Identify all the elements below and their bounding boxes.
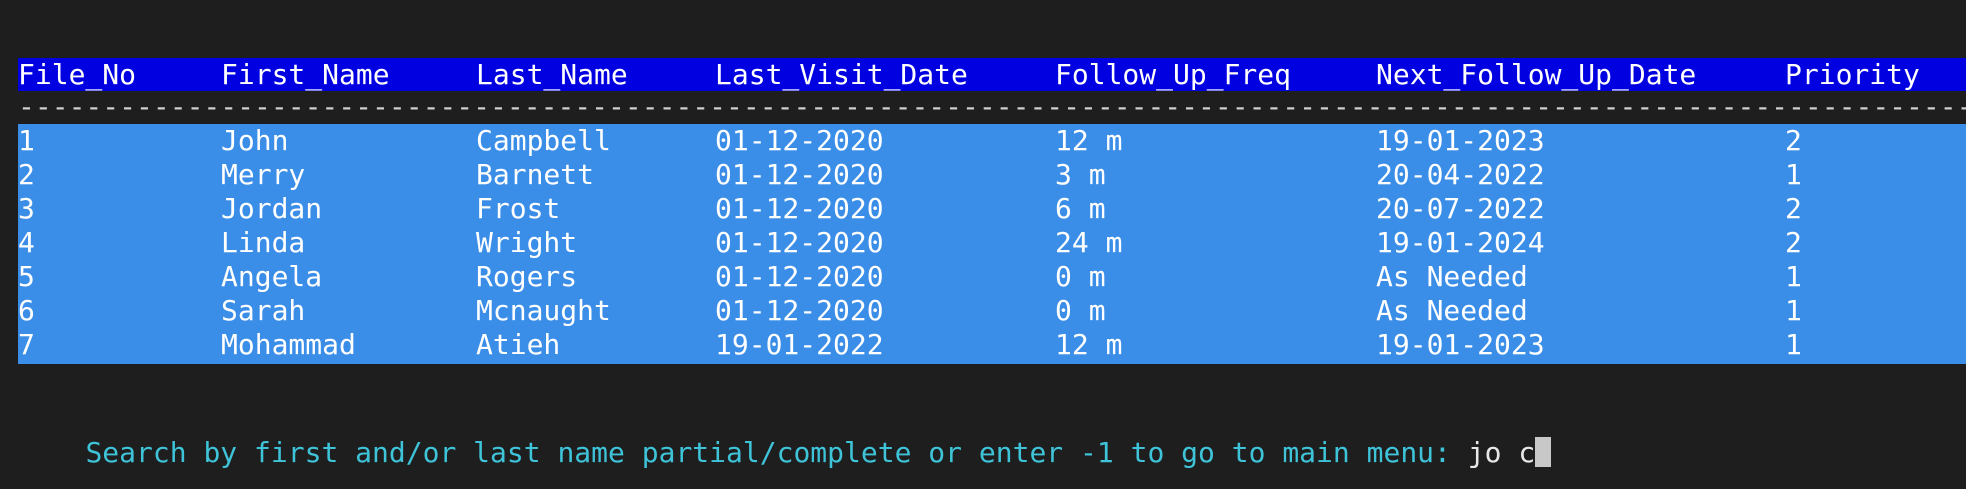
terminal-window[interactable]: File_No First_Name Last_Name Last_Visit_… <box>0 0 1966 489</box>
cell-last-name: Atieh <box>476 328 561 361</box>
cell-follow-up-freq: 24 m <box>1055 226 1123 259</box>
header-first-name: First_Name <box>221 58 390 91</box>
header-last-visit-date: Last_Visit_Date <box>715 58 968 91</box>
table-row: 6 Sarah Mcnaught 01-12-2020 0 m As Neede… <box>18 294 1966 328</box>
header-last-name: Last_Name <box>476 58 628 91</box>
cell-last-visit-date: 01-12-2020 <box>715 294 884 327</box>
cell-priority: 2 <box>1785 192 1802 225</box>
cell-next-follow-up-date: As Needed <box>1376 294 1528 327</box>
cell-first-name: Linda <box>221 226 306 259</box>
cell-file-no: 5 <box>18 260 35 293</box>
header-file-no: File_No <box>18 58 137 91</box>
cell-priority: 2 <box>1785 226 1802 259</box>
cell-first-name: Angela <box>221 260 323 293</box>
cell-file-no: 3 <box>18 192 35 225</box>
search-prompt-line[interactable]: Search by first and/or last name partial… <box>18 396 1552 469</box>
search-input[interactable]: jo c <box>1468 436 1535 469</box>
cell-follow-up-freq: 6 m <box>1055 192 1106 225</box>
cell-last-visit-date: 19-01-2022 <box>715 328 884 361</box>
cell-follow-up-freq: 0 m <box>1055 294 1106 327</box>
cell-priority: 1 <box>1785 294 1802 327</box>
cell-last-name: Mcnaught <box>476 294 611 327</box>
cell-next-follow-up-date: 19-01-2023 <box>1376 124 1545 157</box>
cell-priority: 1 <box>1785 328 1802 361</box>
table-row: 7 Mohammad Atieh 19-01-2022 12 m 19-01-2… <box>18 328 1966 362</box>
text-cursor <box>1535 437 1552 467</box>
cell-file-no: 6 <box>18 294 35 327</box>
cell-file-no: 4 <box>18 226 35 259</box>
cell-last-visit-date: 01-12-2020 <box>715 158 884 191</box>
cell-last-name: Frost <box>476 192 561 225</box>
cell-follow-up-freq: 12 m <box>1055 328 1123 361</box>
table-body: 1 John Campbell 01-12-2020 12 m 19-01-20… <box>18 124 1966 364</box>
cell-first-name: Sarah <box>221 294 306 327</box>
cell-file-no: 7 <box>18 328 35 361</box>
table-header: File_No First_Name Last_Name Last_Visit_… <box>18 58 1966 91</box>
cell-file-no: 2 <box>18 158 35 191</box>
header-next-follow-up-date: Next_Follow_Up_Date <box>1376 58 1697 91</box>
cell-next-follow-up-date: As Needed <box>1376 260 1528 293</box>
separator-line: ----------------------------------------… <box>18 92 1966 122</box>
cell-first-name: Merry <box>221 158 306 191</box>
cell-priority: 2 <box>1785 124 1802 157</box>
cell-last-name: Rogers <box>476 260 578 293</box>
cell-priority: 1 <box>1785 260 1802 293</box>
cell-next-follow-up-date: 19-01-2024 <box>1376 226 1545 259</box>
cell-priority: 1 <box>1785 158 1802 191</box>
cell-next-follow-up-date: 19-01-2023 <box>1376 328 1545 361</box>
cell-follow-up-freq: 12 m <box>1055 124 1123 157</box>
cell-last-visit-date: 01-12-2020 <box>715 192 884 225</box>
cell-follow-up-freq: 3 m <box>1055 158 1106 191</box>
cell-first-name: Jordan <box>221 192 323 225</box>
cell-first-name: John <box>221 124 289 157</box>
cell-last-visit-date: 01-12-2020 <box>715 124 884 157</box>
header-priority: Priority <box>1785 58 1920 91</box>
cell-next-follow-up-date: 20-07-2022 <box>1376 192 1545 225</box>
cell-last-visit-date: 01-12-2020 <box>715 226 884 259</box>
header-follow-up-freq: Follow_Up_Freq <box>1055 58 1292 91</box>
cell-last-name: Wright <box>476 226 578 259</box>
cell-next-follow-up-date: 20-04-2022 <box>1376 158 1545 191</box>
cell-last-name: Barnett <box>476 158 595 191</box>
table-separator: ----------------------------------------… <box>18 92 1966 122</box>
cell-last-visit-date: 01-12-2020 <box>715 260 884 293</box>
cell-file-no: 1 <box>18 124 35 157</box>
cell-first-name: Mohammad <box>221 328 356 361</box>
table-row: 3 Jordan Frost 01-12-2020 6 m 20-07-2022… <box>18 192 1966 226</box>
table-row: 4 Linda Wright 01-12-2020 24 m 19-01-202… <box>18 226 1966 260</box>
table-row: 2 Merry Barnett 01-12-2020 3 m 20-04-202… <box>18 158 1966 192</box>
cell-last-name: Campbell <box>476 124 611 157</box>
cell-follow-up-freq: 0 m <box>1055 260 1106 293</box>
table-row: 5 Angela Rogers 01-12-2020 0 m As Needed… <box>18 260 1966 294</box>
table-row: 1 John Campbell 01-12-2020 12 m 19-01-20… <box>18 124 1966 158</box>
search-prompt: Search by first and/or last name partial… <box>85 436 1468 469</box>
